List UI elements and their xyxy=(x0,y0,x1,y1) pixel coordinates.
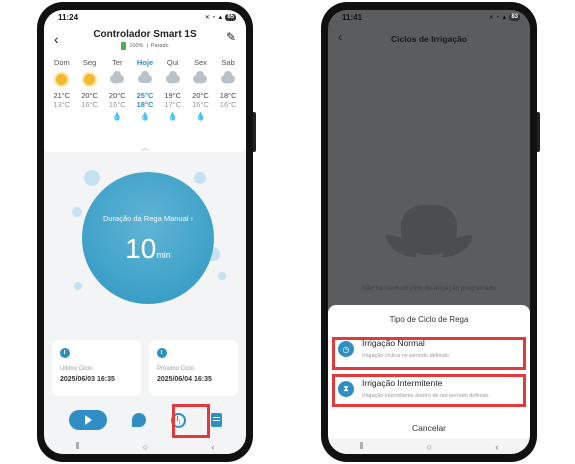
device-state: Parado xyxy=(150,43,169,49)
last-cycle-card[interactable]: Último Ciclo 2025/06/03 16:35 xyxy=(52,340,141,396)
android-nav-bar: ⦀ ○ ‹ xyxy=(328,439,530,454)
cloud-icon xyxy=(138,71,153,83)
home-icon[interactable]: ○ xyxy=(427,442,432,452)
recent-apps-icon[interactable]: ⦀ xyxy=(76,441,80,452)
app-header: ‹ Ciclos de Irrigação xyxy=(328,25,530,55)
back-arrow-icon[interactable]: ‹ xyxy=(54,31,59,47)
bubble-decoration xyxy=(194,172,206,184)
weather-forecast: Dom 21°C 13°C Seg 20°C 16°C Ter ''' 20°C… xyxy=(44,55,246,152)
sheet-title: Tipo de Ciclo de Rega xyxy=(389,315,469,324)
rain-cloud-icon: ''' xyxy=(165,71,180,89)
manual-duration-label: Duração da Rega Manual › xyxy=(102,214,194,223)
edit-pencil-icon[interactable]: ✎ xyxy=(226,30,236,44)
phone-side-button xyxy=(537,112,540,152)
app-header: ‹ Controlador Smart 1S 100% | Parado ✎ xyxy=(44,25,246,55)
rain-cloud-icon: ''' xyxy=(221,71,236,89)
android-nav-bar: ⦀ ○ ‹ xyxy=(44,439,246,454)
next-cycle-card[interactable]: Próximo Ciclo 2025/06/04 16:35 xyxy=(149,340,238,396)
battery-icon: 85 xyxy=(225,14,236,21)
empty-state-plant-icon xyxy=(386,200,472,270)
phone-right: 11:41 ✕ ◔ ▲ 83 ‹ Ciclos de Irrigação Não… xyxy=(321,2,540,462)
status-bar: 11:41 ✕ ◔ ▲ 83 xyxy=(328,10,530,25)
signal-icon: ▲ xyxy=(217,14,224,21)
log-document-icon[interactable] xyxy=(210,413,222,427)
status-icons: ✕ ◔ ▲ 85 xyxy=(205,14,236,21)
status-icons: ✕ ◔ ▲ 83 xyxy=(489,14,520,21)
raindrop-icon: 💧 xyxy=(112,112,123,121)
wifi-icon: ◔ xyxy=(495,14,500,21)
bottom-toolbar xyxy=(44,401,246,439)
status-time: 11:24 xyxy=(58,13,79,22)
plant-icon[interactable] xyxy=(131,413,146,427)
wifi-icon: ◔ xyxy=(211,14,216,21)
weather-day: Qui ''' 19°C 17°C 💧 xyxy=(159,57,187,152)
cancel-button[interactable]: Cancelar xyxy=(328,423,530,433)
rain-cloud-icon: ''' xyxy=(193,71,208,89)
status-time: 11:41 xyxy=(342,13,363,22)
start-watering-button[interactable] xyxy=(68,410,107,430)
battery-percent: 100% xyxy=(129,43,144,49)
device-status: 100% | Parado xyxy=(44,42,246,50)
bubble-decoration xyxy=(84,170,100,186)
weather-day: Ter ''' 20°C 16°C 💧 xyxy=(103,57,131,152)
manual-duration-value: 10min xyxy=(125,233,171,264)
page-title: Ciclos de Irrigação xyxy=(390,34,468,44)
manual-duration-dial[interactable]: Duração da Rega Manual › 10min xyxy=(82,172,214,304)
play-icon xyxy=(85,415,92,425)
mute-icon: ✕ xyxy=(488,15,494,21)
mute-icon: ✕ xyxy=(204,15,210,21)
nav-back-icon[interactable]: ‹ xyxy=(495,442,498,452)
raindrop-icon: 💧 xyxy=(167,112,178,121)
cycle-cards: Último Ciclo 2025/06/03 16:35 Próximo Ci… xyxy=(52,340,238,396)
status-bar: 11:24 ✕ ◔ ▲ 85 xyxy=(44,10,246,25)
bubble-decoration xyxy=(72,207,82,217)
weather-day-today: Hoje 25°C 18°C 💧 xyxy=(131,57,159,152)
manual-watering-area: Duração da Rega Manual › 10min xyxy=(44,152,246,332)
signal-icon: ▲ xyxy=(501,14,508,21)
highlight-box-intermittent xyxy=(332,374,526,407)
empty-state-text: Não há nenhum ciclo de irrigação program… xyxy=(362,285,496,292)
bubble-decoration xyxy=(218,272,226,280)
weather-day: Sex ''' 20°C 16°C 💧 xyxy=(187,57,215,152)
irrigation-cycles-screen: 11:41 ✕ ◔ ▲ 83 ‹ Ciclos de Irrigação Não… xyxy=(328,10,530,454)
phone-left: 11:24 ✕ ◔ ▲ 85 ‹ Controlador Smart 1S 10… xyxy=(37,2,256,462)
bubble-decoration xyxy=(74,282,82,290)
highlight-box-schedule xyxy=(172,404,210,438)
highlight-box-normal xyxy=(332,337,526,370)
sun-icon xyxy=(84,73,96,85)
back-arrow-icon[interactable]: ‹ xyxy=(338,29,342,44)
clock-icon xyxy=(60,348,70,358)
sun-icon xyxy=(56,73,68,85)
raindrop-icon: 💧 xyxy=(195,112,206,121)
recent-apps-icon[interactable]: ⦀ xyxy=(360,441,364,452)
weather-day: Sab ''' 18°C 16°C xyxy=(219,58,237,109)
battery-icon: 83 xyxy=(509,14,520,21)
controller-screen: 11:24 ✕ ◔ ▲ 85 ‹ Controlador Smart 1S 10… xyxy=(44,10,246,454)
device-title: Controlador Smart 1S xyxy=(93,29,197,40)
rain-cloud-icon: ''' xyxy=(110,71,125,89)
home-icon[interactable]: ○ xyxy=(143,442,148,452)
phone-side-button xyxy=(253,112,256,152)
battery-level-icon xyxy=(121,42,127,50)
weather-day: Dom 21°C 13°C xyxy=(53,58,71,109)
weather-day: Seg 20°C 16°C xyxy=(81,58,98,109)
nav-back-icon[interactable]: ‹ xyxy=(211,442,214,452)
raindrop-icon: 💧 xyxy=(140,112,150,121)
clock-icon xyxy=(157,348,167,358)
